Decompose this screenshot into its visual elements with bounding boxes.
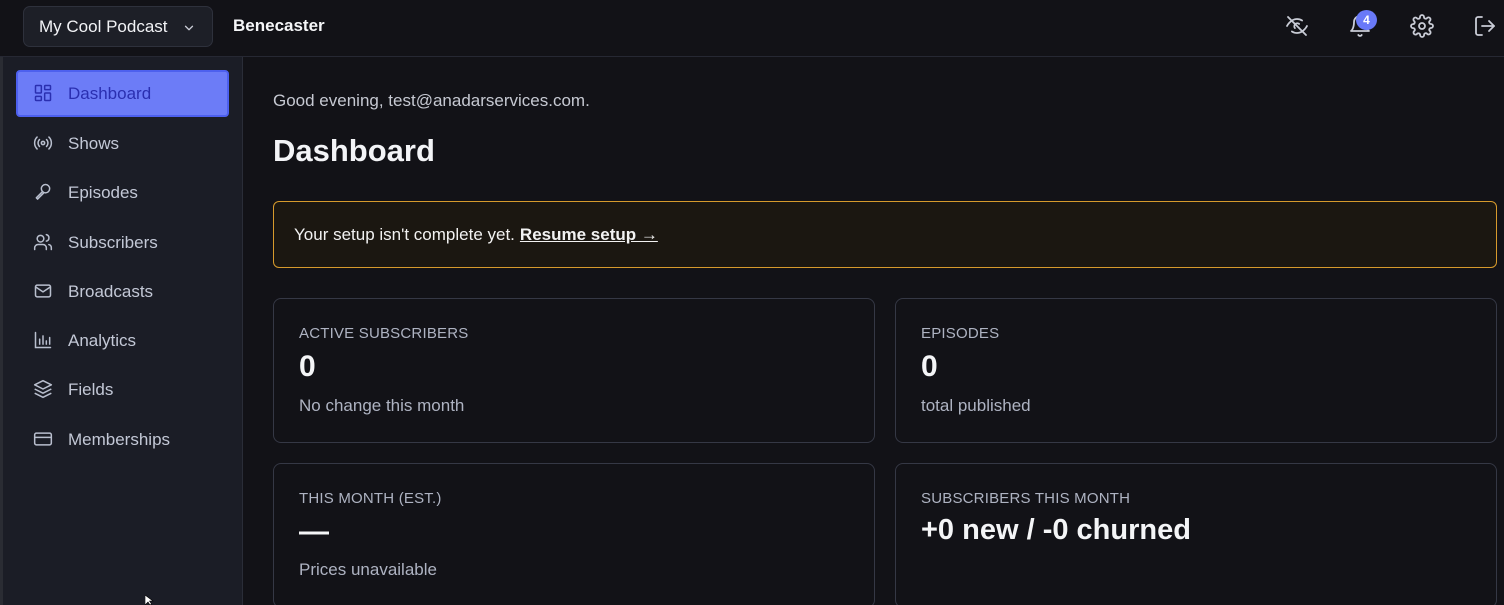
- stat-subtext: No change this month: [299, 396, 465, 415]
- stat-value: —: [299, 515, 329, 548]
- alert-text: Your setup isn't complete yet.: [294, 224, 515, 244]
- stat-value: 0: [921, 350, 938, 383]
- mouse-cursor-icon: [145, 595, 154, 605]
- sidebar: Dashboard Shows Episodes Subscribers Bro…: [3, 57, 243, 605]
- stat-label: THIS MONTH (EST.): [299, 490, 442, 507]
- broadcast-icon: [33, 133, 53, 153]
- mail-icon: [33, 281, 53, 301]
- show-switcher-dropdown[interactable]: My Cool Podcast: [23, 6, 213, 47]
- sidebar-item-label: Analytics: [68, 331, 137, 350]
- main-content: Good evening, test@anadarservices.com. D…: [244, 57, 1504, 605]
- stat-card-this-month: THIS MONTH (EST.) — Prices unavailable: [273, 463, 875, 605]
- sidebar-item-label: Shows: [68, 134, 120, 153]
- sidebar-item-subscribers[interactable]: Subscribers: [16, 219, 229, 266]
- layers-icon: [33, 379, 53, 399]
- greeting-text: Good evening, test@anadarservices.com.: [273, 91, 590, 110]
- sidebar-item-label: Episodes: [68, 183, 138, 202]
- sidebar-item-broadcasts[interactable]: Broadcasts: [16, 268, 229, 315]
- bar-chart-icon: [33, 330, 53, 350]
- app-window: My Cool Podcast Benecaster 4 Dashboard S…: [0, 0, 1504, 605]
- sidebar-item-episodes[interactable]: Episodes: [16, 169, 229, 216]
- sidebar-item-label: Memberships: [68, 430, 171, 449]
- stat-label: EPISODES: [921, 325, 1000, 342]
- setup-incomplete-alert: Your setup isn't complete yet. Resume se…: [273, 201, 1497, 268]
- gear-icon[interactable]: [1410, 14, 1438, 42]
- sidebar-item-label: Broadcasts: [68, 282, 154, 301]
- resume-setup-link[interactable]: Resume setup →: [520, 225, 658, 245]
- sidebar-item-label: Subscribers: [68, 233, 158, 252]
- top-bar: My Cool Podcast Benecaster 4: [0, 0, 1504, 57]
- users-icon: [33, 232, 53, 252]
- brand-name: Benecaster: [233, 16, 325, 35]
- logout-icon[interactable]: [1473, 14, 1501, 42]
- stat-card-episodes: EPISODES 0 total published: [895, 298, 1497, 443]
- sidebar-item-memberships[interactable]: Memberships: [16, 416, 229, 463]
- stat-card-subscribers-this-month: SUBSCRIBERS THIS MONTH +0 new / -0 churn…: [895, 463, 1497, 605]
- page-title: Dashboard: [273, 133, 435, 168]
- chevron-down-icon: [182, 20, 196, 40]
- notification-count-badge: 4: [1356, 10, 1377, 30]
- stat-value: +0 new / -0 churned: [921, 514, 1191, 546]
- sidebar-item-label: Fields: [68, 380, 114, 399]
- sidebar-item-analytics[interactable]: Analytics: [16, 317, 229, 364]
- sidebar-item-fields[interactable]: Fields: [16, 366, 229, 413]
- eye-off-icon[interactable]: [1285, 14, 1313, 42]
- stat-card-active-subscribers: ACTIVE SUBSCRIBERS 0 No change this mont…: [273, 298, 875, 443]
- sidebar-item-label: Dashboard: [68, 84, 152, 103]
- microphone-icon: [33, 182, 53, 202]
- sidebar-item-shows[interactable]: Shows: [16, 120, 229, 167]
- stat-value: 0: [299, 350, 316, 383]
- credit-card-icon: [33, 429, 53, 449]
- stat-subtext: Prices unavailable: [299, 560, 437, 579]
- stat-subtext: total published: [921, 396, 1031, 415]
- dashboard-icon: [33, 83, 53, 103]
- stat-label: SUBSCRIBERS THIS MONTH: [921, 490, 1131, 507]
- show-switcher-label: My Cool Podcast: [39, 16, 168, 36]
- sidebar-item-dashboard[interactable]: Dashboard: [16, 70, 229, 117]
- stat-label: ACTIVE SUBSCRIBERS: [299, 325, 469, 342]
